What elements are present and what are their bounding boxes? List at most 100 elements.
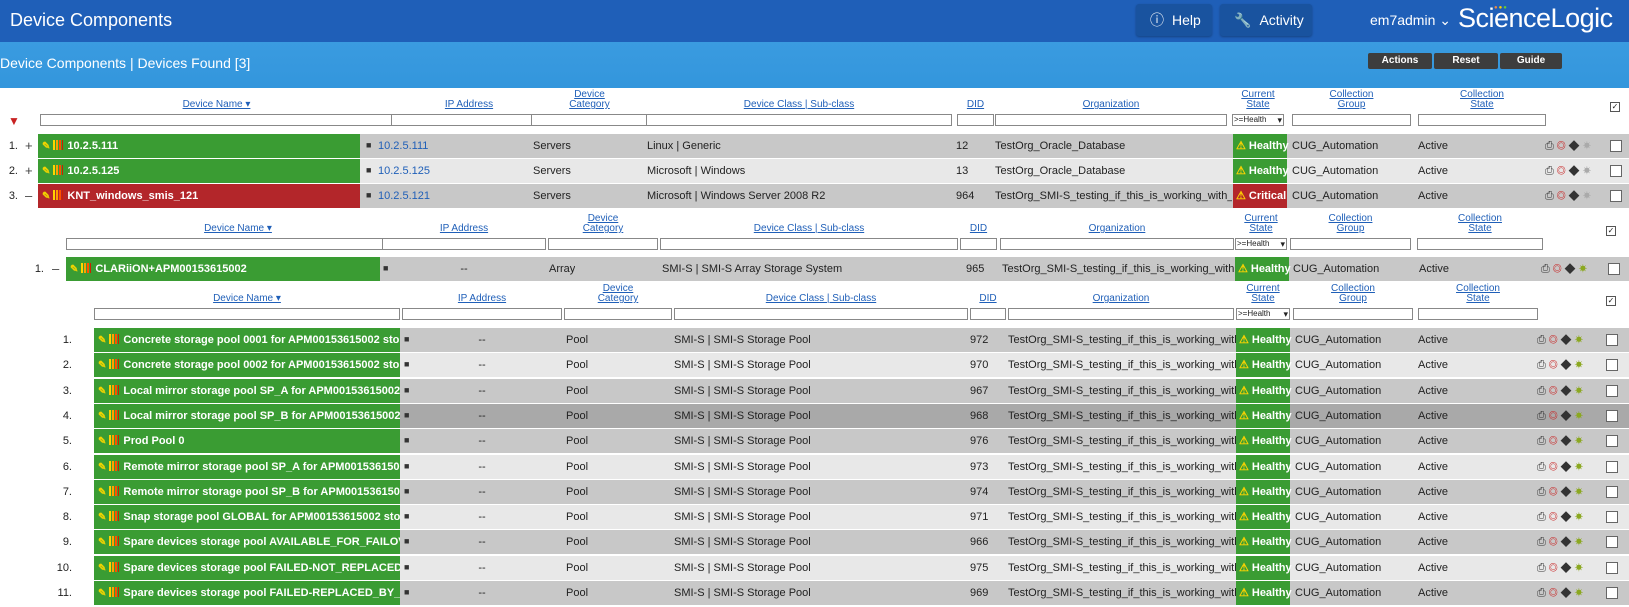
tag-icon[interactable]: ◆ xyxy=(1561,536,1575,548)
col-header-device-category[interactable]: Device Category xyxy=(564,284,672,304)
tag-icon[interactable]: ◆ xyxy=(1561,486,1575,498)
tag-icon[interactable]: ◆ xyxy=(1569,140,1583,152)
device-name-cell[interactable]: ✎ 10.2.5.125 xyxy=(38,159,360,183)
filter-device-class[interactable] xyxy=(646,114,952,126)
device-name-cell[interactable]: ✎ Local mirror storage pool SP_A for APM0… xyxy=(94,378,400,403)
printer-icon[interactable]: ⎙ xyxy=(1537,486,1549,498)
col-header-did[interactable]: DID xyxy=(960,224,997,234)
filter-collection-group[interactable] xyxy=(1293,308,1413,320)
col-header-current-state[interactable]: Current State xyxy=(1235,214,1287,234)
tag-icon[interactable]: ◆ xyxy=(1561,587,1575,599)
wrench-icon[interactable]: ✎ xyxy=(42,166,50,177)
tag-icon[interactable]: ◆ xyxy=(1561,410,1575,422)
wrench-icon[interactable]: ✎ xyxy=(98,487,106,498)
reset-button[interactable]: Reset xyxy=(1434,53,1498,69)
filter-current-state-select[interactable]: >=Health xyxy=(1232,114,1284,126)
bug-icon[interactable]: ☀ xyxy=(1575,385,1587,397)
lifebuoy-icon[interactable]: ◎ xyxy=(1549,334,1561,346)
row-checkbox[interactable] xyxy=(1610,140,1622,152)
expand-toggle[interactable]: + xyxy=(25,134,33,158)
device-name-cell[interactable]: ✎ Spare devices storage pool FAILED-REPLA… xyxy=(94,581,400,605)
lifebuoy-icon[interactable]: ◎ xyxy=(1549,536,1561,548)
wrench-icon[interactable]: ✎ xyxy=(98,411,106,422)
col-header-collection-group[interactable]: Collection Group xyxy=(1292,90,1411,110)
printer-icon[interactable]: ⎙ xyxy=(1545,190,1557,202)
performance-bars-icon[interactable] xyxy=(109,536,120,547)
row-checkbox[interactable] xyxy=(1606,359,1618,372)
col-header-current-state[interactable]: Current State xyxy=(1236,284,1290,304)
col-header-did[interactable]: DID xyxy=(970,294,1006,304)
filter-device-category[interactable] xyxy=(531,114,648,126)
filter-organization[interactable] xyxy=(1008,308,1234,320)
col-header-device-class[interactable]: Device Class | Sub-class xyxy=(674,294,968,304)
actions-button[interactable]: Actions xyxy=(1368,53,1432,69)
col-header-device-name[interactable]: Device Name ▾ xyxy=(94,294,400,304)
col-header-ip-address[interactable]: IP Address xyxy=(391,100,547,110)
filter-current-state-select[interactable]: >=Health xyxy=(1236,308,1290,320)
col-header-current-state[interactable]: Current State xyxy=(1232,90,1284,110)
performance-bars-icon[interactable] xyxy=(81,263,92,273)
device-name-cell[interactable]: ✎ Remote mirror storage pool SP_B for APM… xyxy=(94,479,400,504)
ip-address-cell[interactable]: 10.2.5.121 xyxy=(378,184,508,208)
wrench-icon[interactable]: ✎ xyxy=(70,264,78,275)
select-all-checkbox[interactable]: ✓ xyxy=(1606,296,1616,306)
col-header-device-category[interactable]: Device Category xyxy=(531,90,648,110)
filter-ip-address[interactable] xyxy=(402,308,562,320)
tag-icon[interactable]: ◆ xyxy=(1569,190,1583,202)
bug-icon[interactable]: ☀ xyxy=(1575,486,1587,498)
device-name-cell[interactable]: ✎ Remote mirror storage pool SP_A for APM… xyxy=(94,454,400,479)
col-header-organization[interactable]: Organization xyxy=(1008,294,1234,304)
filter-collection-group[interactable] xyxy=(1292,114,1411,126)
tag-icon[interactable]: ◆ xyxy=(1561,334,1575,346)
device-name-cell[interactable]: ✎ Concrete storage pool 0001 for APM00153… xyxy=(94,328,400,352)
lifebuoy-icon[interactable]: ◎ xyxy=(1549,486,1561,498)
row-checkbox[interactable] xyxy=(1610,190,1622,202)
tag-icon[interactable]: ◆ xyxy=(1561,461,1575,473)
lifebuoy-icon[interactable]: ◎ xyxy=(1549,410,1561,422)
printer-icon[interactable]: ⎙ xyxy=(1537,435,1549,447)
col-header-collection-state[interactable]: Collection State xyxy=(1418,284,1538,304)
bug-icon[interactable]: ☀ xyxy=(1583,165,1595,177)
lifebuoy-icon[interactable]: ◎ xyxy=(1549,587,1561,599)
wrench-icon[interactable]: ✎ xyxy=(98,537,106,548)
filter-ip-address[interactable] xyxy=(382,238,546,250)
filter-device-class[interactable] xyxy=(674,308,968,320)
row-checkbox[interactable] xyxy=(1610,165,1622,177)
lifebuoy-icon[interactable]: ◎ xyxy=(1557,165,1569,177)
col-header-did[interactable]: DID xyxy=(957,100,994,110)
device-name-cell[interactable]: ✎ Snap storage pool GLOBAL for APM0015361… xyxy=(94,505,400,530)
lifebuoy-icon[interactable]: ◎ xyxy=(1557,140,1569,152)
col-header-ip-address[interactable]: IP Address xyxy=(382,224,546,234)
help-button[interactable]: ⓘ Help xyxy=(1136,4,1212,36)
filter-device-class[interactable] xyxy=(660,238,958,250)
ip-address-cell[interactable]: 10.2.5.125 xyxy=(378,159,508,183)
col-header-collection-state[interactable]: Collection State xyxy=(1418,90,1546,110)
printer-icon[interactable]: ⎙ xyxy=(1545,165,1557,177)
col-header-device-name[interactable]: Device Name ▾ xyxy=(40,100,393,110)
bug-icon[interactable]: ☀ xyxy=(1575,334,1587,346)
filter-device-name[interactable] xyxy=(66,238,410,250)
printer-icon[interactable]: ⎙ xyxy=(1537,359,1549,371)
printer-icon[interactable]: ⎙ xyxy=(1545,140,1557,152)
performance-bars-icon[interactable] xyxy=(109,460,120,471)
device-name-cell[interactable]: ✎ Spare devices storage pool FAILED-NOT_R… xyxy=(94,555,400,580)
row-checkbox[interactable] xyxy=(1608,263,1620,275)
performance-bars-icon[interactable] xyxy=(109,587,120,597)
collapse-toggle[interactable]: – xyxy=(25,184,32,208)
filter-did[interactable] xyxy=(957,114,994,126)
filter-collection-group[interactable] xyxy=(1290,238,1411,250)
performance-bars-icon[interactable] xyxy=(109,561,120,572)
printer-icon[interactable]: ⎙ xyxy=(1537,334,1549,346)
wrench-icon[interactable]: ✎ xyxy=(98,462,106,473)
filter-collection-state[interactable] xyxy=(1418,308,1538,320)
row-checkbox[interactable] xyxy=(1606,334,1618,346)
printer-icon[interactable]: ⎙ xyxy=(1537,385,1549,397)
filter-did[interactable] xyxy=(970,308,1006,320)
filter-organization[interactable] xyxy=(995,114,1227,126)
performance-bars-icon[interactable] xyxy=(109,359,120,370)
filter-organization[interactable] xyxy=(1000,238,1234,250)
printer-icon[interactable]: ⎙ xyxy=(1537,511,1549,523)
row-checkbox[interactable] xyxy=(1606,384,1618,397)
tag-icon[interactable]: ◆ xyxy=(1561,385,1575,397)
printer-icon[interactable]: ⎙ xyxy=(1541,263,1553,275)
